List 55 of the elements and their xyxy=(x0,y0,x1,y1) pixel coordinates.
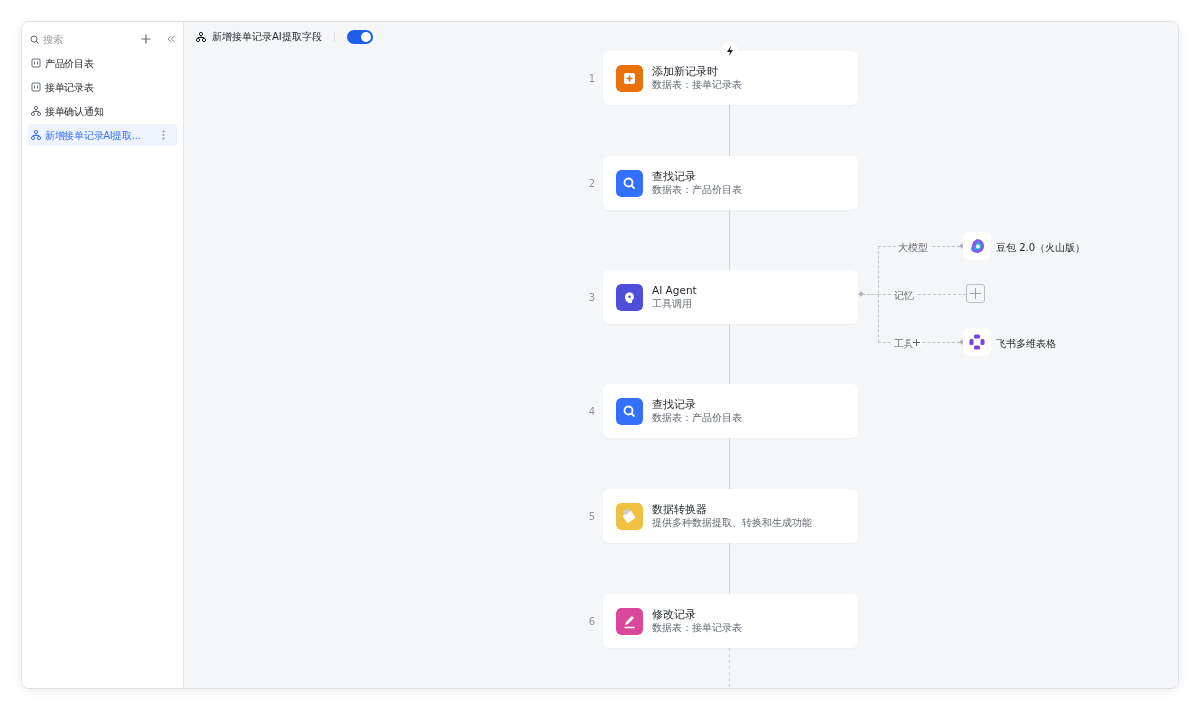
step-number: 6 xyxy=(587,614,597,629)
step-number: 5 xyxy=(587,509,597,524)
table-icon xyxy=(31,82,41,92)
branch-label: 大模型 xyxy=(896,240,930,255)
step-subtitle: 提供多种数据提取、转换和生成功能 xyxy=(652,516,812,530)
step-subtitle: 数据表：接单记录表 xyxy=(652,621,742,635)
add-icon[interactable] xyxy=(141,34,151,44)
table-icon xyxy=(31,58,41,68)
step-number: 4 xyxy=(587,404,597,419)
table-app-icon xyxy=(969,334,985,350)
node-label: 飞书多维表格 xyxy=(996,337,1056,351)
add-button[interactable] xyxy=(966,284,985,303)
plus-icon xyxy=(970,288,981,299)
add-record-icon xyxy=(616,64,643,92)
step-title: AI Agent xyxy=(652,283,697,298)
branch-label: 记忆 xyxy=(892,288,916,303)
step-number: 2 xyxy=(587,176,597,191)
search-icon xyxy=(616,169,643,197)
workflow-icon xyxy=(31,106,41,116)
sidebar-item[interactable]: 接单确认通知 xyxy=(28,100,177,122)
step-card[interactable]: 修改记录 数据表：接单记录表 xyxy=(603,594,858,648)
step-subtitle: 数据表：产品价目表 xyxy=(652,411,742,425)
head-icon xyxy=(616,283,643,311)
step-title: 查找记录 xyxy=(652,169,697,184)
model-logo-icon xyxy=(969,238,985,254)
node-button[interactable] xyxy=(963,232,991,260)
step-card[interactable]: 查找记录 数据表：产品价目表 xyxy=(603,156,858,210)
plug-icon xyxy=(616,502,643,530)
collapse-icon[interactable] xyxy=(167,35,175,43)
more-icon[interactable] xyxy=(162,130,165,140)
search-icon xyxy=(616,397,643,425)
step-number: 3 xyxy=(587,290,597,305)
node-button[interactable] xyxy=(963,328,991,356)
step-card[interactable]: 数据转换器 提供多种数据提取、转换和生成功能 xyxy=(603,489,858,543)
workflow-icon xyxy=(31,130,41,140)
step-title: 查找记录 xyxy=(652,397,697,412)
step-title: 添加新记录时 xyxy=(652,64,719,79)
pencil-icon xyxy=(616,607,643,635)
node-label: 豆包 2.0（火山版） xyxy=(996,241,1086,255)
toggle-switch[interactable] xyxy=(346,29,373,44)
sidebar-item[interactable]: 产品价目表 xyxy=(28,52,177,74)
step-card[interactable]: 添加新记录时 数据表：接单记录表 xyxy=(603,51,858,105)
step-number: 1 xyxy=(587,71,597,86)
workflow-title: 新增接单记录AI提取字段 xyxy=(212,30,322,44)
sidebar-item[interactable]: 新增接单记录AI提取... xyxy=(28,124,177,146)
step-subtitle: 工具调用 xyxy=(652,297,693,311)
step-card[interactable]: 查找记录 数据表：产品价目表 xyxy=(603,384,858,438)
step-card[interactable]: AI Agent 工具调用 xyxy=(603,270,858,324)
sidebar-item[interactable]: 接单记录表 xyxy=(28,76,177,98)
workflow-icon xyxy=(196,31,206,42)
step-subtitle: 数据表：接单记录表 xyxy=(652,78,742,92)
search-icon xyxy=(30,34,39,44)
step-title: 数据转换器 xyxy=(652,502,708,517)
step-title: 修改记录 xyxy=(652,607,697,622)
step-subtitle: 数据表：产品价目表 xyxy=(652,183,742,197)
